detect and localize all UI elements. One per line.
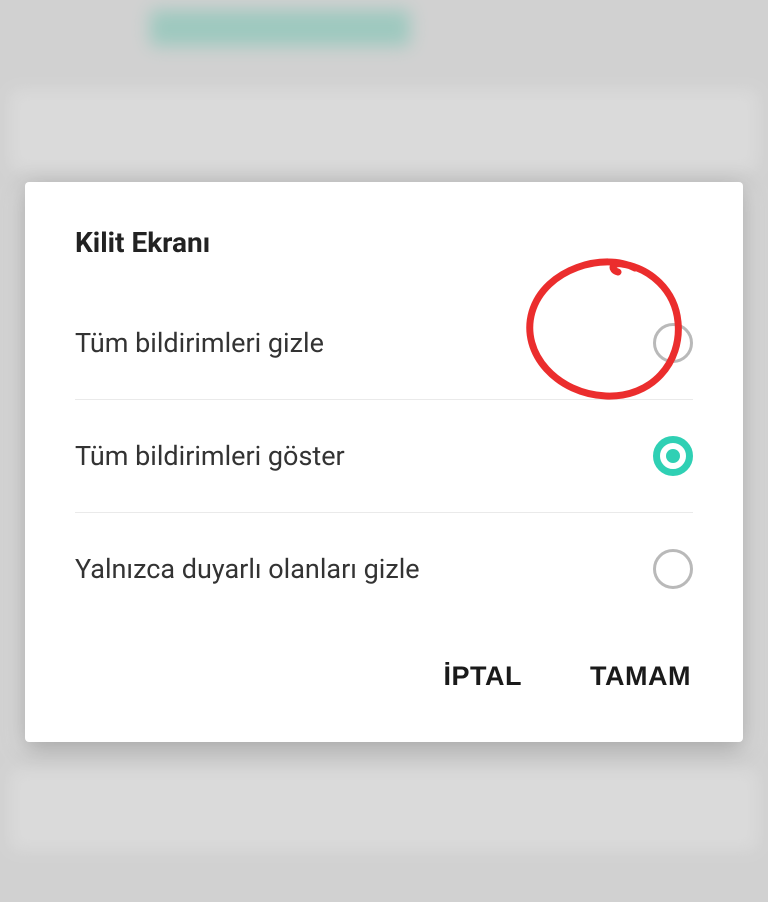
option-hide-all[interactable]: Tüm bildirimleri gizle bbox=[75, 287, 693, 400]
option-label: Tüm bildirimleri göster bbox=[75, 440, 345, 472]
radio-unchecked-icon[interactable] bbox=[653, 549, 693, 589]
option-label: Yalnızca duyarlı olanları gizle bbox=[75, 553, 420, 585]
option-show-all[interactable]: Tüm bildirimleri göster bbox=[75, 400, 693, 513]
lock-screen-dialog: Kilit Ekranı Tüm bildirimleri gizle Tüm … bbox=[25, 182, 743, 742]
confirm-button[interactable]: TAMAM bbox=[586, 655, 695, 698]
radio-checked-icon[interactable] bbox=[653, 436, 693, 476]
cancel-button[interactable]: İPTAL bbox=[440, 655, 527, 698]
radio-unchecked-icon[interactable] bbox=[653, 323, 693, 363]
dialog-actions: İPTAL TAMAM bbox=[25, 625, 743, 742]
dialog-title: Kilit Ekranı bbox=[25, 182, 743, 287]
option-list: Tüm bildirimleri gizle Tüm bildirimleri … bbox=[25, 287, 743, 625]
option-label: Tüm bildirimleri gizle bbox=[75, 327, 324, 359]
option-hide-sensitive[interactable]: Yalnızca duyarlı olanları gizle bbox=[75, 513, 693, 625]
